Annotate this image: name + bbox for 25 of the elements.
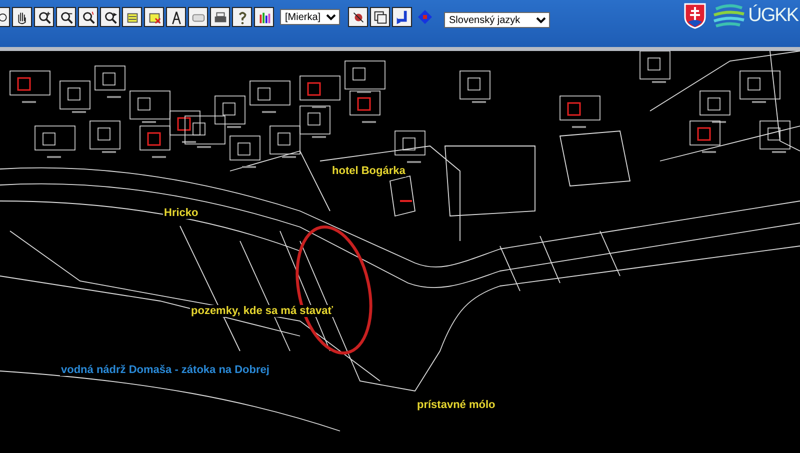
map-label: pozemky, kde sa má stavať (190, 305, 334, 317)
help-button[interactable] (232, 7, 252, 27)
clear-button[interactable] (348, 7, 368, 27)
export-button[interactable] (392, 7, 412, 27)
scale-select[interactable]: [Mierka] (280, 9, 340, 25)
map-label: hotel Bogárka (331, 165, 406, 177)
pan-hand-button[interactable] (12, 7, 32, 27)
zoom-previous-button[interactable] (100, 7, 120, 27)
printer-button[interactable] (210, 7, 230, 27)
layers-button[interactable] (122, 7, 142, 27)
logo-text: ÚGKK (748, 5, 798, 27)
legend-button[interactable] (254, 7, 274, 27)
map-label: vodná nádrž Domaša - zátoka na Dobrej (60, 364, 270, 376)
map-label: prístavné mólo (416, 399, 496, 411)
windows-button[interactable] (370, 7, 390, 27)
zoom-button[interactable] (78, 7, 98, 27)
language-select[interactable]: Slovenský jazyk (444, 12, 550, 28)
layers-remove-button[interactable] (144, 7, 164, 27)
logo-waves-icon (712, 3, 746, 29)
zoom-out-button[interactable] (56, 7, 76, 27)
zoom-in-button[interactable] (34, 7, 54, 27)
coat-of-arms-icon (684, 3, 706, 29)
tool-icon[interactable] (0, 7, 10, 27)
windows-icon (372, 8, 388, 26)
map-label: Hricko (163, 207, 200, 219)
